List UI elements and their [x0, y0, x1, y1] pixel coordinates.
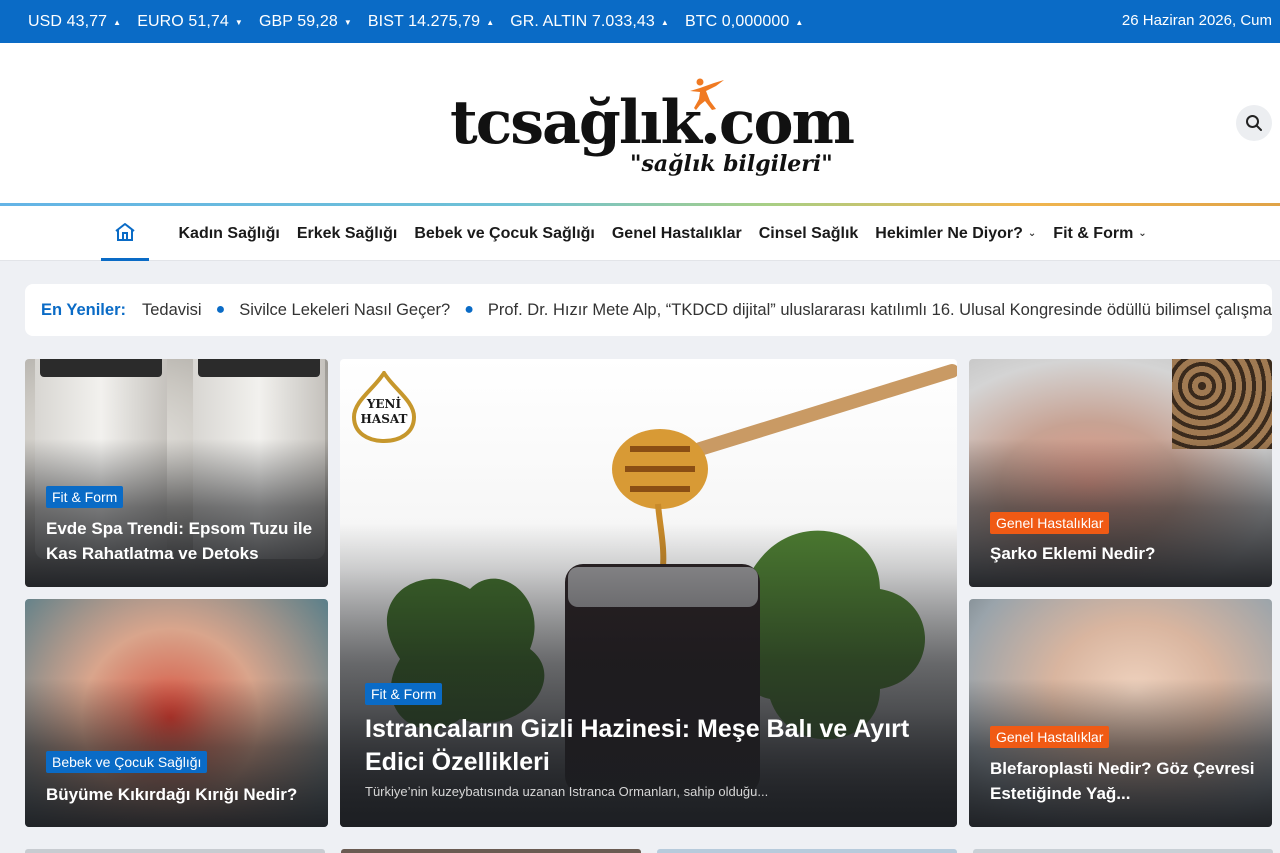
nav-item-kadin-sagligi[interactable]: Kadın Sağlığı: [170, 225, 288, 243]
article-card-ankle[interactable]: Genel Hastalıklar Şarko Eklemi Nedir?: [969, 359, 1272, 587]
nav-item-bebek-cocuk[interactable]: Bebek ve Çocuk Sağlığı: [406, 225, 604, 243]
ticker-usd: USD 43,77 ▲: [28, 13, 121, 31]
next-row-card[interactable]: [25, 849, 325, 853]
category-badge[interactable]: Bebek ve Çocuk Sağlığı: [46, 751, 208, 773]
article-title[interactable]: Istrancaların Gizli Hazinesi: Meşe Balı …: [365, 713, 945, 779]
ticker-label: EURO 51,74: [137, 12, 229, 30]
ticker-list: USD 43,77 ▲ EURO 51,74 ▼ GBP 59,28 ▼ BIST 1…: [0, 13, 819, 31]
ticker-euro: EURO 51,74 ▼: [137, 13, 243, 31]
latest-news-label: En Yeniler:: [41, 300, 126, 319]
trend-up-icon: ▲: [486, 18, 495, 27]
next-row-card[interactable]: [973, 849, 1273, 853]
home-icon: [115, 223, 135, 241]
current-date: 26 Haziran 2026, Cum: [1121, 12, 1272, 29]
trend-down-icon: ▼: [234, 18, 243, 27]
currency-bar: USD 43,77 ▲ EURO 51,74 ▼ GBP 59,28 ▼ BIST 1…: [0, 0, 1280, 43]
nav-item-label: Genel Hastalıklar: [611, 224, 742, 242]
article-card-honey[interactable]: YENİ HASAT Fit & Form Istrancaların Gizl…: [340, 359, 957, 827]
site-logo[interactable]: tcsağlık.com "sağlık bilgileri": [450, 77, 855, 187]
article-card-spa[interactable]: Fit & Form Evde Spa Trendi: Epsom Tuzu i…: [25, 359, 328, 587]
badge-line-2: HASAT: [360, 412, 408, 426]
category-badge[interactable]: Fit & Form: [365, 683, 443, 705]
trend-up-icon: ▲: [660, 18, 669, 27]
bullet-icon: ●: [215, 301, 226, 318]
article-card-eye[interactable]: Genel Hastalıklar Blefaroplasti Nedir? G…: [969, 599, 1272, 827]
ticker-btc: BTC 0,000000 ▲: [685, 13, 803, 31]
article-title[interactable]: Büyüme Kıkırdağı Kırığı Nedir?: [46, 782, 316, 807]
trend-up-icon: ▲: [795, 18, 804, 27]
badge-line-1: YENİ: [366, 397, 402, 411]
news-link[interactable]: Prof. Dr. Hızır Mete Alp, “TKDCD dijital…: [488, 301, 1272, 320]
nav-item-label: Bebek ve Çocuk Sağlığı: [414, 224, 595, 242]
nav-item-genel-hastaliklar[interactable]: Genel Hastalıklar: [603, 225, 750, 243]
article-title[interactable]: Blefaroplasti Nedir? Göz Çevresi Estetiğ…: [990, 756, 1260, 806]
next-row-card[interactable]: [657, 849, 957, 853]
ticker-label: BIST 14.275,79: [367, 12, 481, 30]
nav-menu: Kadın Sağlığı Erkek Sağlığı Bebek ve Çoc…: [170, 206, 1155, 261]
news-link[interactable]: Tedavisi: [142, 301, 202, 320]
trend-down-icon: ▼: [343, 18, 352, 27]
news-link[interactable]: Sivilce Lekeleri Nasıl Geçer?: [239, 301, 450, 320]
search-icon: [1246, 115, 1262, 131]
nav-item-erkek-sagligi[interactable]: Erkek Sağlığı: [288, 225, 406, 243]
ticker-label: GBP 59,28: [258, 12, 338, 30]
chevron-down-icon: ⌄: [1027, 228, 1037, 239]
ticker-label: USD 43,77: [28, 12, 108, 30]
logo-tagline: "sağlık bilgileri": [630, 151, 833, 177]
search-button[interactable]: [1236, 105, 1272, 141]
ticker-gold: GR. ALTIN 7.033,43 ▲: [510, 13, 669, 31]
site-header: tcsağlık.com "sağlık bilgileri": [0, 43, 1280, 203]
article-title[interactable]: Şarko Eklemi Nedir?: [990, 541, 1260, 566]
category-badge[interactable]: Genel Hastalıklar: [990, 512, 1110, 534]
nav-item-fit-form[interactable]: Fit & Form ⌄: [1045, 225, 1155, 243]
next-row-card[interactable]: [341, 849, 641, 853]
nav-item-label: Hekimler Ne Diyor?: [875, 224, 1023, 242]
article-excerpt: Türkiye’nin kuzeybatısında uzanan Istran…: [365, 784, 769, 799]
nav-item-hekimler[interactable]: Hekimler Ne Diyor? ⌄: [867, 225, 1045, 243]
main-nav: Kadın Sağlığı Erkek Sağlığı Bebek ve Çoc…: [0, 206, 1280, 261]
article-title[interactable]: Evde Spa Trendi: Epsom Tuzu ile Kas Raha…: [46, 516, 316, 566]
category-badge[interactable]: Genel Hastalıklar: [990, 726, 1110, 748]
nav-item-label: Erkek Sağlığı: [296, 224, 398, 242]
article-card-knee[interactable]: Bebek ve Çocuk Sağlığı Büyüme Kıkırdağı …: [25, 599, 328, 827]
nav-item-label: Cinsel Sağlık: [758, 224, 859, 242]
yeni-hasat-badge: YENİ HASAT: [344, 369, 424, 444]
ticker-gbp: GBP 59,28 ▼: [259, 13, 352, 31]
nav-item-label: Fit & Form: [1053, 224, 1134, 242]
latest-news-ticker: En Yeniler: Tedavisi ● Sivilce Lekeleri …: [25, 284, 1272, 336]
chevron-down-icon: ⌄: [1138, 228, 1147, 239]
ticker-label: GR. ALTIN 7.033,43: [510, 12, 655, 30]
ticker-bist: BIST 14.275,79 ▲: [368, 13, 494, 31]
ticker-label: BTC 0,000000: [684, 12, 790, 30]
trend-up-icon: ▲: [113, 18, 122, 27]
logo-wordmark: tcsağlık.com: [450, 88, 855, 158]
nav-item-cinsel-saglik[interactable]: Cinsel Sağlık: [750, 225, 867, 243]
category-badge[interactable]: Fit & Form: [46, 486, 124, 508]
bullet-icon: ●: [464, 301, 474, 318]
nav-home[interactable]: [101, 206, 149, 261]
nav-item-label: Kadın Sağlığı: [178, 224, 280, 242]
